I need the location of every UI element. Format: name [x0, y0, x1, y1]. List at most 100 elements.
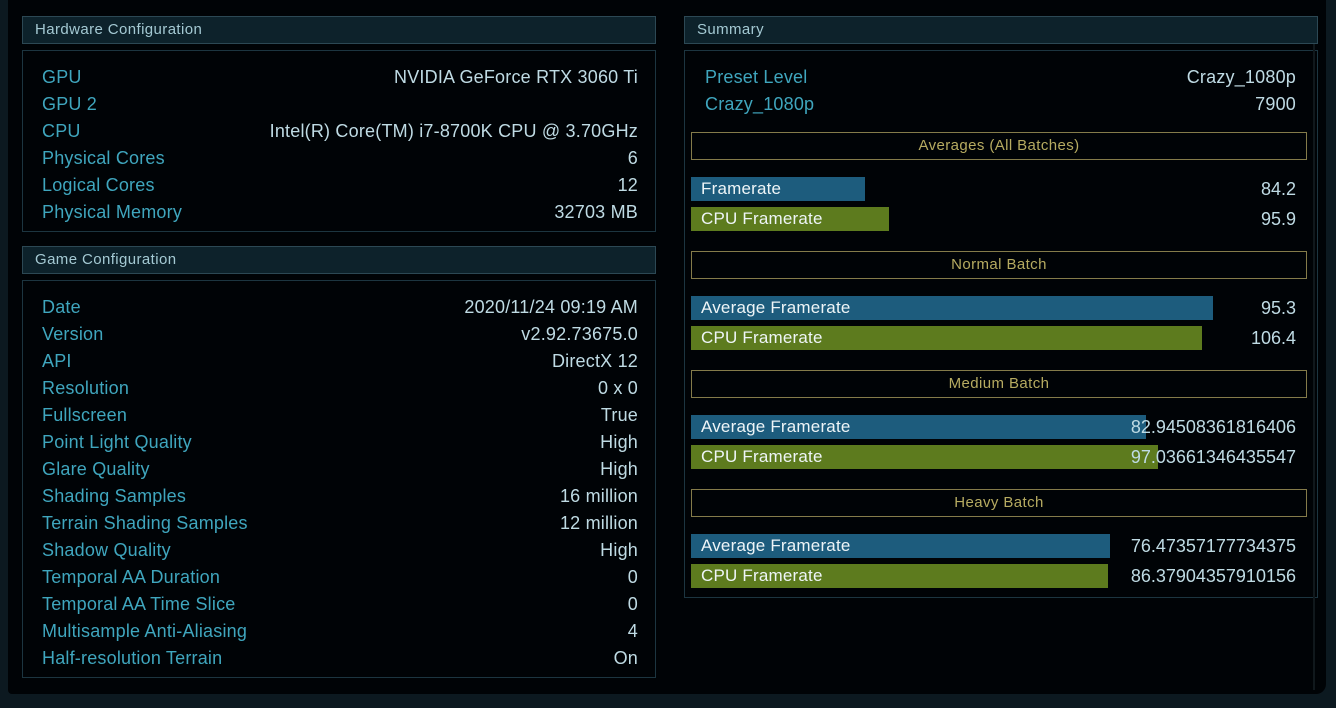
config-row-shadow-quality: Shadow Quality High — [42, 537, 638, 564]
config-value: 32703 MB — [554, 202, 638, 222]
config-label: Glare Quality — [42, 459, 150, 479]
config-row-api: API DirectX 12 — [42, 348, 638, 375]
config-value: High — [600, 540, 638, 560]
batch-normal: Normal Batch Average Framerate 95.3 CPU … — [691, 251, 1307, 350]
game-configuration-title: Game Configuration — [35, 251, 177, 268]
bar-value: 82.94508361816406 — [1130, 417, 1296, 437]
config-value: On — [613, 648, 638, 668]
config-label: Temporal AA Time Slice — [42, 594, 236, 614]
bar-label: CPU Framerate — [701, 447, 823, 466]
batch-medium: Medium Batch Average Framerate 82.945083… — [691, 370, 1307, 469]
bar-label: Average Framerate — [701, 298, 851, 317]
framerate-bar-row: Average Framerate 82.94508361816406 — [691, 415, 1307, 439]
config-row-logical-cores: Logical Cores 12 — [42, 172, 638, 199]
config-row-physical-cores: Physical Cores 6 — [42, 145, 638, 172]
game-configuration-header: Game Configuration — [22, 246, 656, 274]
config-row-cpu: CPU Intel(R) Core(TM) i7-8700K CPU @ 3.7… — [42, 118, 638, 145]
config-label: Point Light Quality — [42, 432, 192, 452]
config-label: Half-resolution Terrain — [42, 648, 223, 668]
config-value: 4 — [627, 621, 638, 641]
batch-header: Medium Batch — [691, 370, 1307, 398]
config-label: Fullscreen — [42, 405, 128, 425]
config-row-shading-samples: Shading Samples 16 million — [42, 483, 638, 510]
framerate-bar-row: Framerate 84.2 — [691, 177, 1307, 201]
config-label: CPU — [42, 121, 81, 141]
bar-value: 95.9 — [1260, 209, 1296, 229]
left-column: Hardware Configuration GPU NVIDIA GeForc… — [22, 16, 656, 678]
config-label: Shading Samples — [42, 486, 187, 506]
bar-label: Average Framerate — [701, 417, 851, 436]
config-row-version: Version v2.92.73675.0 — [42, 321, 638, 348]
config-label: Logical Cores — [42, 175, 155, 195]
bar-label: CPU Framerate — [701, 328, 823, 347]
bar-value: 106.4 — [1250, 328, 1296, 348]
hardware-configuration-title: Hardware Configuration — [35, 21, 203, 38]
batch-header-label: Averages (All Batches) — [918, 137, 1080, 154]
config-row-half-resolution-terrain: Half-resolution Terrain On — [42, 645, 638, 672]
bar-label: Framerate — [701, 179, 782, 198]
cpu-framerate-bar-row: CPU Framerate 97.03661346435547 — [691, 445, 1307, 469]
batch-bars: Framerate 84.2 CPU Framerate 95.9 — [691, 177, 1307, 231]
config-row-gpu: GPU NVIDIA GeForce RTX 3060 Ti — [42, 64, 638, 91]
config-value: Crazy_1080p — [1186, 67, 1296, 87]
framerate-bar-row: Average Framerate 76.47357177734375 — [691, 534, 1307, 558]
game-configuration-box: Date 2020/11/24 09:19 AM Version v2.92.7… — [22, 280, 656, 678]
config-value: 16 million — [559, 486, 638, 506]
config-value: True — [600, 405, 638, 425]
batch-header-label: Medium Batch — [948, 375, 1050, 392]
bar-value: 76.47357177734375 — [1130, 536, 1296, 556]
config-value: 2020/11/24 09:19 AM — [464, 297, 638, 317]
bar-label: CPU Framerate — [701, 566, 823, 585]
config-row-point-light-quality: Point Light Quality High — [42, 429, 638, 456]
config-row-temporal-aa-duration: Temporal AA Duration 0 — [42, 564, 638, 591]
config-row-resolution: Resolution 0 x 0 — [42, 375, 638, 402]
config-label: Terrain Shading Samples — [42, 513, 248, 533]
summary-box: Preset Level Crazy_1080p Crazy_1080p 790… — [684, 50, 1318, 598]
config-row-fullscreen: Fullscreen True — [42, 402, 638, 429]
hardware-configuration-header: Hardware Configuration — [22, 16, 656, 44]
benchmark-results-screen: Hardware Configuration GPU NVIDIA GeForc… — [8, 0, 1326, 694]
config-row-gpu2: GPU 2 — [42, 91, 638, 118]
config-label: Physical Cores — [42, 148, 165, 168]
config-label: GPU — [42, 67, 82, 87]
summary-rows: Preset Level Crazy_1080p Crazy_1080p 790… — [691, 64, 1307, 118]
config-row-terrain-shading-samples: Terrain Shading Samples 12 million — [42, 510, 638, 537]
bar-value: 86.37904357910156 — [1130, 566, 1296, 586]
bar-label: CPU Framerate — [701, 209, 823, 228]
config-value: v2.92.73675.0 — [521, 324, 638, 344]
bar-label: Average Framerate — [701, 536, 851, 555]
config-label: Physical Memory — [42, 202, 183, 222]
config-value: 7900 — [1255, 94, 1296, 114]
batch-heavy: Heavy Batch Average Framerate 76.4735717… — [691, 489, 1307, 588]
config-label: Temporal AA Duration — [42, 567, 221, 587]
framerate-bar-row: Average Framerate 95.3 — [691, 296, 1307, 320]
config-value: DirectX 12 — [551, 351, 638, 371]
config-label: Crazy_1080p — [705, 94, 815, 114]
batch-header: Heavy Batch — [691, 489, 1307, 517]
bar-value: 95.3 — [1260, 298, 1296, 318]
batch-bars: Average Framerate 76.47357177734375 CPU … — [691, 534, 1307, 588]
summary-header: Summary — [684, 16, 1318, 44]
cpu-framerate-bar-row: CPU Framerate 106.4 — [691, 326, 1307, 350]
config-row-physical-memory: Physical Memory 32703 MB — [42, 199, 638, 226]
config-value: 12 — [617, 175, 638, 195]
batch-header: Averages (All Batches) — [691, 132, 1307, 160]
config-row-date: Date 2020/11/24 09:19 AM — [42, 294, 638, 321]
config-value: High — [600, 432, 638, 452]
batch-header: Normal Batch — [691, 251, 1307, 279]
summary-title: Summary — [697, 21, 764, 38]
summary-row-score: Crazy_1080p 7900 — [705, 91, 1296, 118]
config-label: Date — [42, 297, 81, 317]
config-value: NVIDIA GeForce RTX 3060 Ti — [394, 67, 638, 87]
summary-column: Summary Preset Level Crazy_1080p Crazy_1… — [684, 16, 1318, 598]
config-value: Intel(R) Core(TM) i7-8700K CPU @ 3.70GHz — [269, 121, 638, 141]
bar-value: 97.03661346435547 — [1130, 447, 1296, 467]
config-row-multisample-anti-aliasing: Multisample Anti-Aliasing 4 — [42, 618, 638, 645]
config-label: Preset Level — [705, 67, 808, 87]
config-value: High — [600, 459, 638, 479]
config-label: Version — [42, 324, 104, 344]
bar-value: 84.2 — [1260, 179, 1296, 199]
batch-bars: Average Framerate 82.94508361816406 CPU … — [691, 415, 1307, 469]
batch-header-label: Heavy Batch — [954, 494, 1044, 511]
config-label: Multisample Anti-Aliasing — [42, 621, 248, 641]
